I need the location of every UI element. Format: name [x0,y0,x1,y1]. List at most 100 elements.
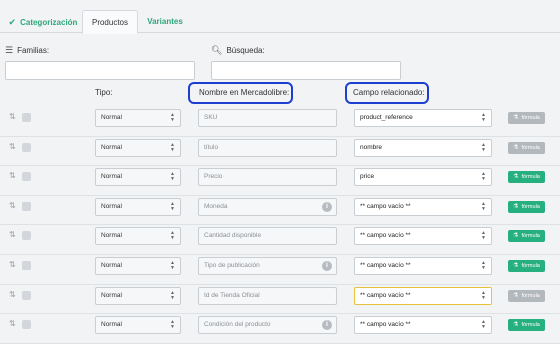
tab-variantes[interactable]: Variantes [146,10,184,34]
busqueda-label-text: Búsqueda: [226,46,265,55]
select-arrows-icon: ▲ ▼ [170,289,175,301]
campo-value: ** campo vacío ** [360,321,411,329]
formula-button[interactable]: ⚗ fórmula [508,319,545,332]
drag-handle-icon[interactable]: ⇅ [9,290,16,299]
row-divider [0,194,560,196]
formula-label: fórmula [521,322,540,329]
familias-label-text: Familias: [17,46,50,55]
campo-select[interactable]: nombre ▲ ▼ [354,138,492,157]
flask-icon: ⚗ [513,322,519,329]
nombre-field: Cantidad disponible [198,227,337,246]
familias-input[interactable] [5,61,195,80]
col-header-tipo: Tipo: [95,88,113,97]
nombre-value: Precio [204,173,223,181]
flask-icon: ⚗ [513,115,519,121]
flask-icon: ⚗ [513,263,519,269]
campo-value: ** campo vacío ** [360,232,411,240]
formula-button[interactable]: ⚗ fórmula [508,200,545,213]
formula-button[interactable]: ⚗ fórmula [508,171,545,184]
select-arrows-icon: ▲ ▼ [481,289,486,301]
highlight-box-campo [345,82,429,104]
tipo-select[interactable]: Normal ▲ ▼ [95,286,181,305]
formula-button[interactable]: ⚗ fórmula [508,260,545,272]
select-arrows-icon: ▲ ▼ [481,200,486,212]
select-arrows-icon: ▲ ▼ [170,260,175,271]
info-icon[interactable]: i [322,320,332,331]
select-arrows-icon: ▲ ▼ [170,319,175,331]
nombre-field: Tipo de publicación i [198,257,337,275]
tab-productos[interactable]: Productos [82,10,138,34]
list-icon: ☰ [5,45,14,55]
campo-value: ** campo vacío ** [360,291,411,299]
tipo-value: Normal [101,321,122,329]
info-icon[interactable]: i [322,261,332,271]
drag-handle-icon[interactable]: ⇅ [9,260,16,269]
campo-select[interactable]: ** campo vacío ** ▲ ▼ [354,197,492,216]
drag-handle-icon[interactable]: ⇅ [9,230,16,239]
row-checkbox[interactable] [22,201,31,211]
flask-icon: ⚗ [513,144,519,151]
select-arrows-icon: ▲ ▼ [481,112,486,123]
row-checkbox[interactable] [22,261,31,270]
select-arrows-icon: ▲ ▼ [170,112,175,123]
tipo-select[interactable]: Normal ▲ ▼ [95,168,181,187]
formula-button[interactable]: ⚗ fórmula [508,230,545,243]
drag-handle-icon[interactable]: ⇅ [9,112,16,121]
tipo-select[interactable]: Normal ▲ ▼ [95,109,181,127]
tipo-value: Normal [101,232,122,240]
select-arrows-icon: ▲ ▼ [170,200,175,212]
row-checkbox[interactable] [22,290,31,300]
tipo-select[interactable]: Normal ▲ ▼ [95,138,181,157]
tipo-value: Normal [101,202,122,210]
drag-handle-icon[interactable]: ⇅ [9,201,16,210]
nombre-field: Condición del producto i [198,316,337,335]
campo-select[interactable]: ** campo vacío ** ▲ ▼ [354,316,492,335]
tipo-value: Normal [101,114,122,121]
drag-handle-icon[interactable]: ⇅ [9,142,16,151]
row-divider [0,224,560,226]
row-checkbox[interactable] [22,113,31,122]
formula-button[interactable]: ⚗ fórmula [508,289,545,302]
tipo-select[interactable]: Normal ▲ ▼ [95,316,181,335]
row-checkbox[interactable] [22,231,31,241]
row-checkbox[interactable] [22,142,31,152]
nombre-value: Condición del producto [204,321,271,329]
campo-value: ** campo vacío ** [360,262,411,269]
row-checkbox[interactable] [22,172,31,182]
campo-select[interactable]: product_reference ▲ ▼ [354,109,492,127]
tab-label: Variantes [147,17,183,26]
tipo-select[interactable]: Normal ▲ ▼ [95,257,181,275]
row-divider [0,283,560,285]
busqueda-input[interactable] [211,61,401,80]
tipo-select[interactable]: Normal ▲ ▼ [95,197,181,216]
drag-handle-icon[interactable]: ⇅ [9,319,16,328]
tipo-value: Normal [101,143,122,151]
info-icon[interactable]: i [322,201,332,212]
flask-icon: ⚗ [513,292,519,299]
campo-select[interactable]: ** campo vacío ** ▲ ▼ [354,286,492,305]
row-checkbox[interactable] [22,320,31,330]
familias-label: ☰ Familias: [5,45,49,56]
tab-label: Categorización [20,18,78,27]
row-divider [0,165,560,167]
nombre-value: SKU [204,114,218,121]
row-divider [0,313,560,315]
campo-value: ** campo vacío ** [360,202,411,210]
nombre-field: Moneda i [198,197,337,216]
tipo-select[interactable]: Normal ▲ ▼ [95,227,181,246]
campo-select[interactable]: price ▲ ▼ [354,168,492,187]
campo-select[interactable]: ** campo vacío ** ▲ ▼ [354,257,492,275]
formula-button[interactable]: ⚗ fórmula [508,112,545,124]
tab-categorizacion[interactable]: ✔ Categorización [8,10,78,34]
campo-select[interactable]: ** campo vacío ** ▲ ▼ [354,227,492,246]
drag-handle-icon[interactable]: ⇅ [9,171,16,180]
flask-icon: ⚗ [513,203,519,210]
formula-label: fórmula [521,203,540,210]
tipo-value: Normal [101,291,122,299]
select-arrows-icon: ▲ ▼ [481,319,486,331]
formula-button[interactable]: ⚗ fórmula [508,141,545,154]
tab-bar: ✔ Categorización Productos Variantes [0,0,560,34]
formula-label: fórmula [521,233,540,240]
formula-label: fórmula [521,115,540,121]
flask-icon: ⚗ [513,174,519,181]
